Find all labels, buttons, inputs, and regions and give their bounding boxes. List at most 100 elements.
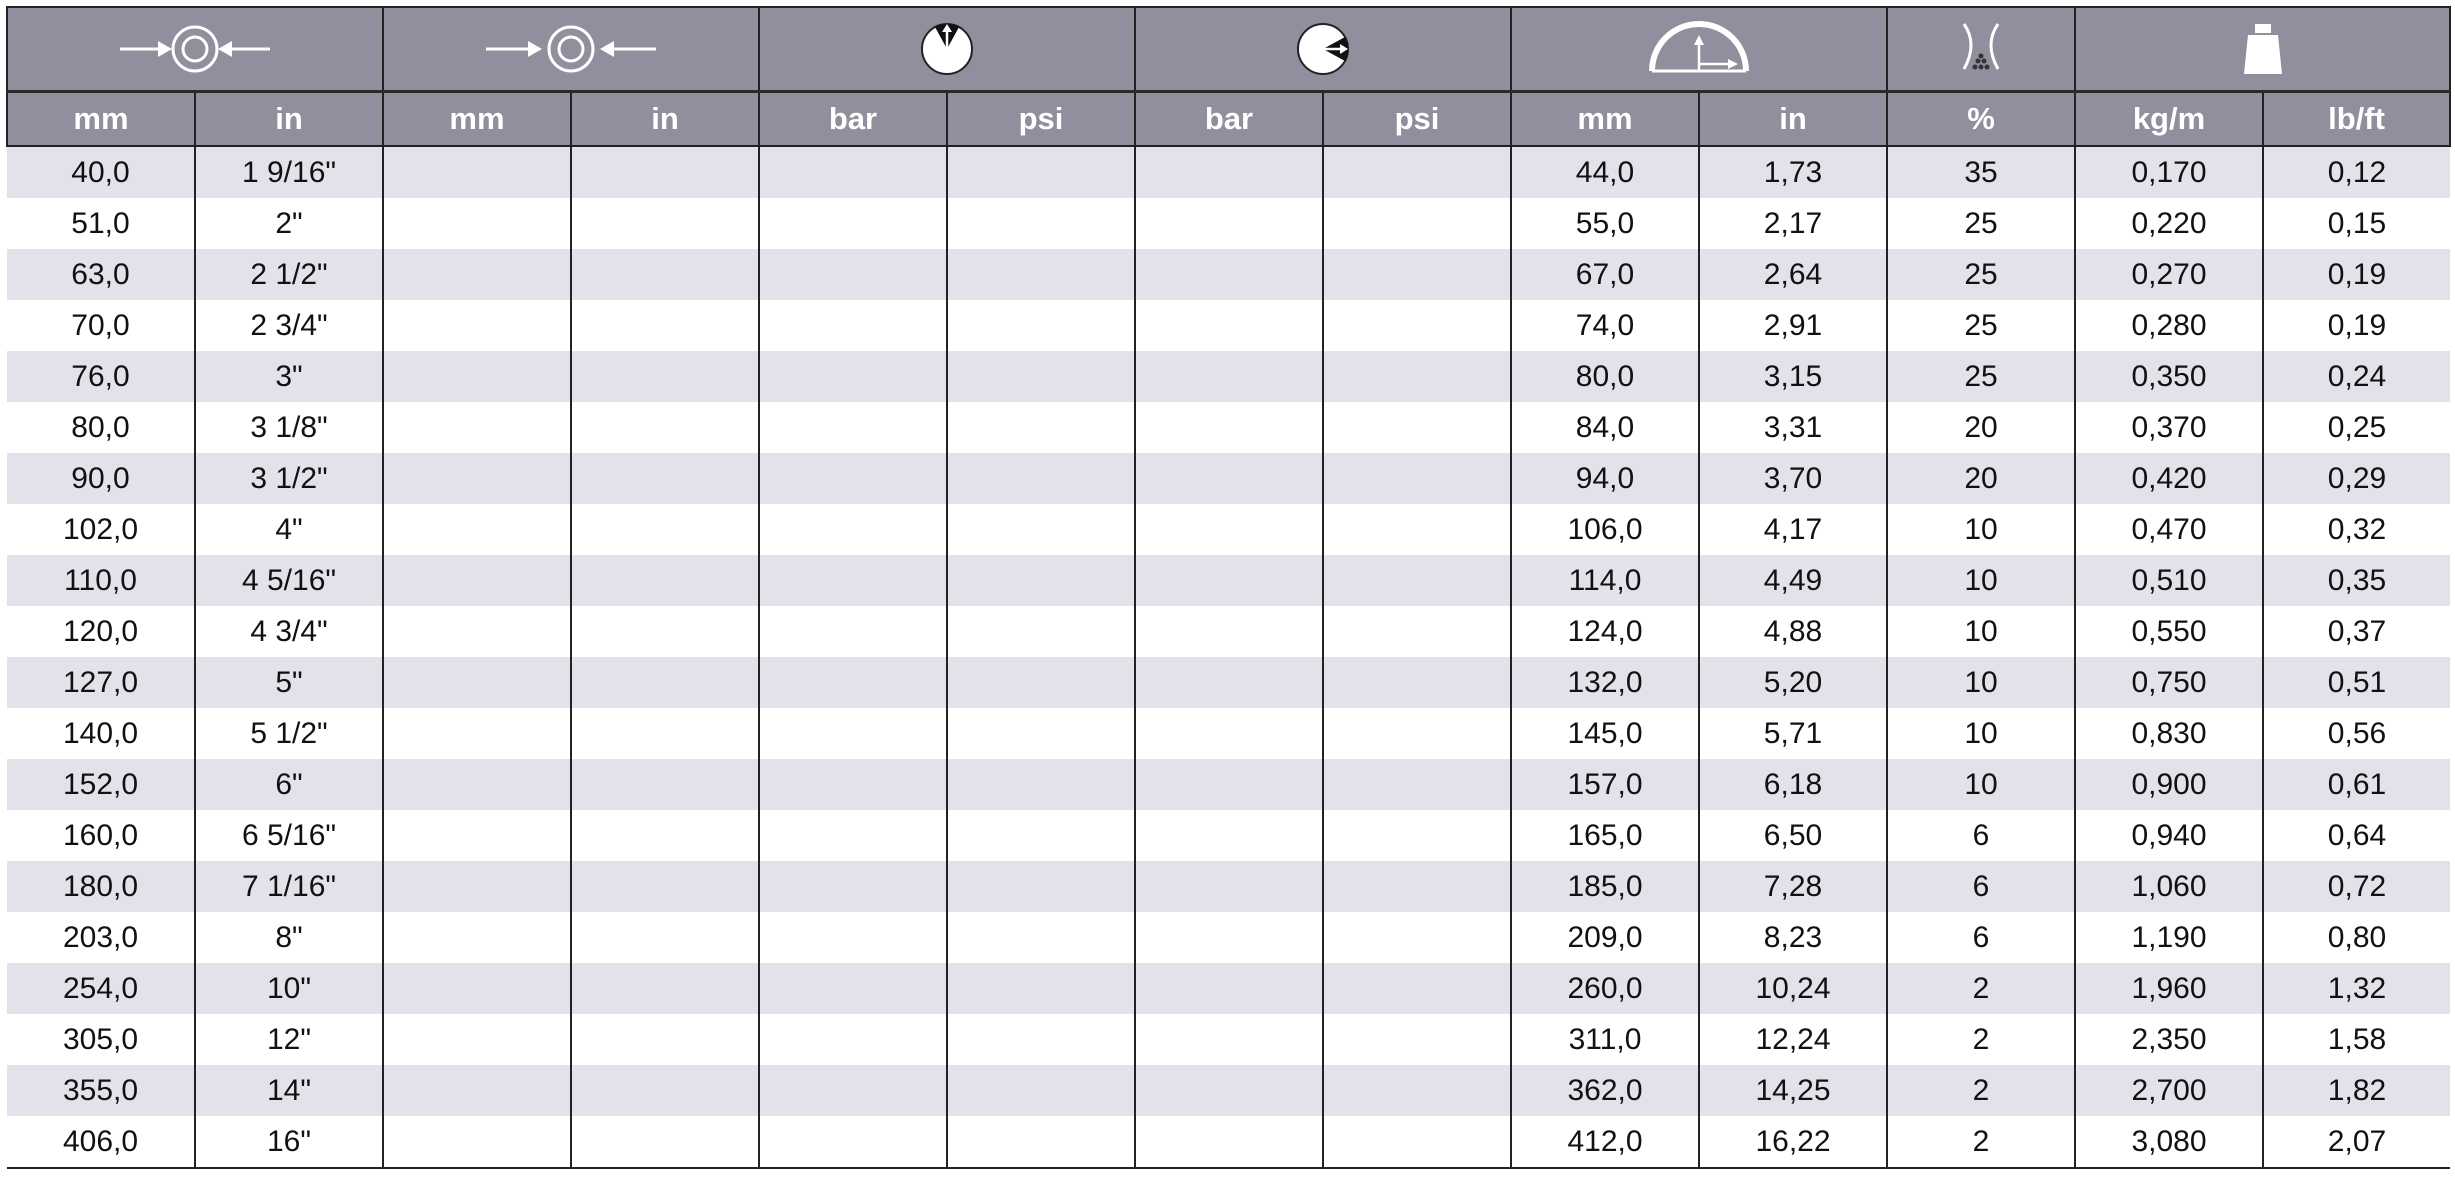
table-cell bbox=[1322, 963, 1511, 1014]
table-cell: 1 9/16" bbox=[194, 146, 383, 198]
table-cell bbox=[570, 146, 759, 198]
table-cell: 0,350 bbox=[2074, 351, 2263, 402]
table-cell: 3" bbox=[194, 351, 383, 402]
table-cell bbox=[570, 504, 759, 555]
table-cell: 3 1/8" bbox=[194, 402, 383, 453]
table-cell: 8" bbox=[194, 912, 383, 963]
table-cell: 124,0 bbox=[1510, 606, 1699, 657]
table-cell: 0,64 bbox=[2262, 810, 2450, 861]
table-cell: 0,420 bbox=[2074, 453, 2263, 504]
table-cell bbox=[1134, 453, 1323, 504]
table-row: 63,0 2 1/2" 67,0 2,64 25 0,270 0,19 bbox=[7, 249, 2450, 300]
table-cell bbox=[946, 249, 1135, 300]
table-cell: 10 bbox=[1886, 504, 2075, 555]
unit-header-5: psi bbox=[946, 91, 1135, 147]
table-cell: 1,960 bbox=[2074, 963, 2263, 1014]
table-cell: 6 5/16" bbox=[194, 810, 383, 861]
table-cell: 0,550 bbox=[2074, 606, 2263, 657]
table-cell: 254,0 bbox=[7, 963, 195, 1014]
table-cell bbox=[946, 555, 1135, 606]
table-cell bbox=[758, 657, 947, 708]
table-cell: 2,91 bbox=[1698, 300, 1887, 351]
table-cell bbox=[382, 249, 571, 300]
table-cell: 102,0 bbox=[7, 504, 195, 555]
table-cell: 0,900 bbox=[2074, 759, 2263, 810]
table-cell: 0,35 bbox=[2262, 555, 2450, 606]
table-cell: 0,51 bbox=[2262, 657, 2450, 708]
table-cell: 3,080 bbox=[2074, 1116, 2263, 1169]
table-cell bbox=[382, 555, 571, 606]
table-cell: 3,70 bbox=[1698, 453, 1887, 504]
table-cell bbox=[1134, 1014, 1323, 1065]
table-cell: 14" bbox=[194, 1065, 383, 1116]
table-cell: 74,0 bbox=[1510, 300, 1699, 351]
table-cell: 7 1/16" bbox=[194, 861, 383, 912]
table-cell bbox=[570, 453, 759, 504]
table-cell bbox=[946, 657, 1135, 708]
table-cell: 80,0 bbox=[7, 402, 195, 453]
table-cell bbox=[570, 912, 759, 963]
table-cell: 70,0 bbox=[7, 300, 195, 351]
table-cell: 2,700 bbox=[2074, 1065, 2263, 1116]
table-cell bbox=[1322, 606, 1511, 657]
table-cell: 114,0 bbox=[1510, 555, 1699, 606]
table-cell bbox=[570, 402, 759, 453]
table-cell bbox=[1134, 555, 1323, 606]
table-cell bbox=[1134, 657, 1323, 708]
table-cell: 2 bbox=[1886, 1116, 2075, 1169]
burst-pressure-gauge-icon bbox=[1134, 6, 1511, 93]
table-cell bbox=[946, 504, 1135, 555]
table-cell bbox=[1322, 198, 1511, 249]
table-cell bbox=[570, 759, 759, 810]
working-pressure-gauge-icon bbox=[758, 6, 1135, 93]
table-cell: 5,71 bbox=[1698, 708, 1887, 759]
table-cell: 6 bbox=[1886, 912, 2075, 963]
table-cell: 0,940 bbox=[2074, 810, 2263, 861]
vacuum-hose-pinch-icon bbox=[1886, 6, 2075, 93]
table-row: 254,0 10" 260,0 10,24 2 1,960 1,32 bbox=[7, 963, 2450, 1014]
table-row: 80,0 3 1/8" 84,0 3,31 20 0,370 0,25 bbox=[7, 402, 2450, 453]
table-cell: 157,0 bbox=[1510, 759, 1699, 810]
table-cell: 4" bbox=[194, 504, 383, 555]
table-cell: 2,07 bbox=[2262, 1116, 2450, 1169]
table-cell: 1,060 bbox=[2074, 861, 2263, 912]
unit-header-4: bar bbox=[758, 91, 947, 147]
weight-icon bbox=[2074, 6, 2451, 93]
table-cell bbox=[758, 198, 947, 249]
table-cell: 4,88 bbox=[1698, 606, 1887, 657]
unit-header-10: % bbox=[1886, 91, 2075, 147]
table-cell: 80,0 bbox=[1510, 351, 1699, 402]
table-cell: 16" bbox=[194, 1116, 383, 1169]
table-cell bbox=[382, 1014, 571, 1065]
table-cell: 127,0 bbox=[7, 657, 195, 708]
table-cell: 2 3/4" bbox=[194, 300, 383, 351]
table-cell bbox=[570, 861, 759, 912]
table-cell bbox=[382, 1065, 571, 1116]
bend-radius-arc-icon bbox=[1510, 6, 1887, 93]
table-cell: 44,0 bbox=[1510, 146, 1699, 198]
table-cell bbox=[758, 1065, 947, 1116]
table-cell bbox=[946, 1116, 1135, 1169]
table-cell bbox=[382, 198, 571, 249]
table-cell: 0,370 bbox=[2074, 402, 2263, 453]
table-cell bbox=[946, 810, 1135, 861]
table-cell: 6,50 bbox=[1698, 810, 1887, 861]
table-cell bbox=[382, 504, 571, 555]
table-cell bbox=[758, 810, 947, 861]
table-cell bbox=[382, 963, 571, 1014]
table-row: 406,0 16" 412,0 16,22 2 3,080 2,07 bbox=[7, 1116, 2450, 1169]
table-cell: 0,19 bbox=[2262, 249, 2450, 300]
unit-header-8: mm bbox=[1510, 91, 1699, 147]
table-cell bbox=[382, 606, 571, 657]
table-cell bbox=[570, 1014, 759, 1065]
table-cell bbox=[946, 708, 1135, 759]
table-cell bbox=[382, 912, 571, 963]
table-cell bbox=[946, 963, 1135, 1014]
table-cell: 2 bbox=[1886, 963, 2075, 1014]
table-cell: 406,0 bbox=[7, 1116, 195, 1169]
table-cell bbox=[758, 300, 947, 351]
table-cell bbox=[758, 351, 947, 402]
table-row: 76,0 3" 80,0 3,15 25 0,350 0,24 bbox=[7, 351, 2450, 402]
table-cell bbox=[758, 606, 947, 657]
table-cell bbox=[758, 249, 947, 300]
